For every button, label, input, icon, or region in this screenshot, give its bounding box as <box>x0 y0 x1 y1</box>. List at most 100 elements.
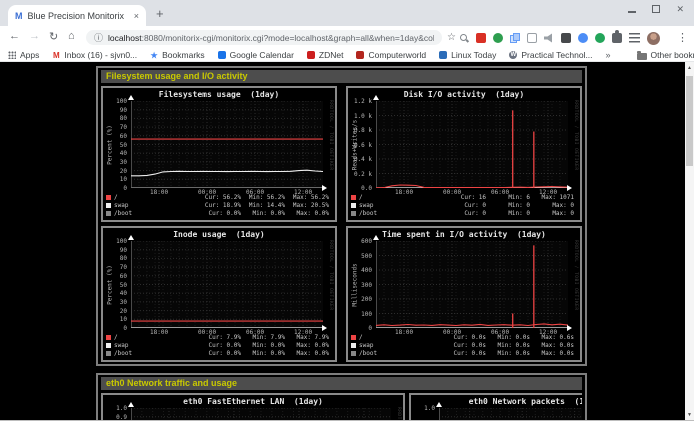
reload-button[interactable]: ↻ <box>49 30 58 43</box>
computerworld-icon <box>356 51 364 59</box>
back-button[interactable]: ← <box>9 30 20 42</box>
site-info-icon[interactable]: ⓘ <box>94 31 103 44</box>
scroll-up-icon[interactable]: ▲ <box>685 65 694 71</box>
scroll-down-icon[interactable]: ▼ <box>685 412 694 418</box>
apps-shortcut[interactable]: Apps <box>8 50 39 60</box>
maximize-button[interactable] <box>652 5 660 13</box>
frame-extension-icon[interactable] <box>527 33 537 43</box>
dark-square-extension-icon[interactable] <box>561 33 571 43</box>
section-header-network: eth0 Network traffic and usage <box>101 377 582 390</box>
other-bookmarks[interactable]: Other bookmarks <box>637 50 694 60</box>
charts-grid-filesystem: Filesystems usage (1day)Percent (%)01020… <box>101 86 582 362</box>
bookmarks-overflow-chevron[interactable]: » <box>606 50 611 60</box>
forward-button[interactable]: → <box>29 30 40 42</box>
green-circle-extension-icon[interactable] <box>595 33 605 43</box>
star-icon: ★ <box>150 51 158 59</box>
chart-panel-disk-io[interactable]: Disk I/O activity (1day)Reads+Writes/s0.… <box>346 86 582 222</box>
bookmark-item[interactable]: WPractical Technol... <box>509 50 592 60</box>
chart-eth0-lan: eth0 FastEthernet LAN (1day)1.00.9RRDTOO… <box>103 395 403 421</box>
y-tick-label: 600 <box>348 238 372 245</box>
chart-time-spent-io: Time spent in I/O activity (1day)Millise… <box>348 228 580 360</box>
page-scrollbar[interactable]: ▲ ▼ <box>685 62 694 421</box>
legend-name: /boot <box>114 350 132 357</box>
bookmark-item[interactable]: MInbox (16) - sjvn0... <box>52 50 137 60</box>
chart-inode-usage: Inode usage (1day)Percent (%)01020304050… <box>103 228 335 360</box>
legend-row: /Cur: 56.2%Min: 56.2%Max: 56.2% <box>103 194 335 202</box>
bookmark-label: ZDNet <box>319 50 344 60</box>
browser-tab[interactable]: M Blue Precision Monitorix × <box>8 5 146 26</box>
legend-stat: Cur: 0.0% <box>171 342 241 349</box>
pages-extension-icon[interactable] <box>510 33 520 43</box>
legend-stat: Max: 20.5% <box>289 202 329 209</box>
chart-title: Inode usage (1day) <box>103 230 335 239</box>
y-tick-label: 1.0 <box>103 405 127 412</box>
legend-name: swap <box>359 342 373 349</box>
bookmark-item[interactable]: ★Bookmarks <box>150 50 205 60</box>
bookmark-star-icon[interactable]: ☆ <box>447 32 456 43</box>
legend-row: swapCur: 0.0%Min: 0.0%Max: 0.0% <box>103 342 335 350</box>
legend-stat: Max: 0 <box>534 210 574 217</box>
profile-avatar[interactable] <box>647 32 660 45</box>
new-tab-button[interactable]: + <box>156 6 164 21</box>
browser-toolbar: ← → ↻ ⌂ ⓘ localhost:8080/monitorix-cgi/m… <box>0 26 694 49</box>
y-tick-label: 0 <box>103 185 127 192</box>
chart-panel-eth0-lan[interactable]: eth0 FastEthernet LAN (1day)1.00.9RRDTOO… <box>101 393 405 421</box>
home-button[interactable]: ⌂ <box>68 30 75 42</box>
legend-stat: Cur: 7.9% <box>171 334 241 341</box>
close-button[interactable]: ✕ <box>676 4 684 14</box>
chart-panel-time-spent-io[interactable]: Time spent in I/O activity (1day)Millise… <box>346 226 582 362</box>
y-axis-arrow-icon <box>373 95 379 100</box>
y-tick-label: 100 <box>103 238 127 245</box>
y-tick-label: 0 <box>348 325 372 332</box>
legend-swatch <box>351 343 356 348</box>
mail-extension-icon[interactable] <box>476 33 486 43</box>
y-tick-label: 1.0 k <box>348 113 372 120</box>
chart-eth0-packets: eth0 Network packets (1day)Packets/s1.0R… <box>411 395 582 421</box>
minimize-button[interactable] <box>628 11 636 13</box>
legend-row: /bootCur: 0.0sMin: 0.0sMax: 0.0s <box>348 350 580 358</box>
tab-list-icon[interactable] <box>629 33 640 43</box>
legend-stat: Cur: 0.0% <box>171 350 241 357</box>
legend-stat: Cur: 0.0s <box>416 350 486 357</box>
browser-menu-icon[interactable]: ⋮ <box>677 31 688 44</box>
legend-stat: Max: 7.9% <box>289 334 329 341</box>
y-tick-label: 90 <box>103 107 127 114</box>
chart-panel-inode-usage[interactable]: Inode usage (1day)Percent (%)01020304050… <box>101 226 337 362</box>
speaker-extension-icon[interactable] <box>544 33 554 43</box>
legend-stat: Cur: 0.0s <box>416 342 486 349</box>
blue-circle-extension-icon[interactable] <box>578 33 588 43</box>
legend-name: swap <box>114 202 128 209</box>
legend-row: /Cur: 7.9%Min: 7.9%Max: 7.9% <box>103 334 335 342</box>
legend-stat: Min: 0.0s <box>490 334 530 341</box>
bookmark-item[interactable]: ZDNet <box>307 50 344 60</box>
puzzle-extensions-icon[interactable] <box>612 33 622 43</box>
globe-extension-icon[interactable] <box>493 33 503 43</box>
legend-swatch <box>106 195 111 200</box>
plot-area <box>131 241 323 328</box>
bookmarks-bar: Apps MInbox (16) - sjvn0... ★Bookmarks Goo… <box>0 49 694 62</box>
tab-close-icon[interactable]: × <box>134 11 139 21</box>
legend-row: swapCur: 18.9%Min: 14.4%Max: 20.5% <box>103 202 335 210</box>
legend-stat: Max: 1071 <box>534 194 574 201</box>
linux-today-icon <box>439 51 447 59</box>
chart-panel-filesystems-usage[interactable]: Filesystems usage (1day)Percent (%)01020… <box>101 86 337 222</box>
legend-row: swapCur: 0Min: 0Max: 0 <box>348 202 580 210</box>
plot-area <box>131 101 323 188</box>
rrdtool-watermark: RRDTOOL / TOBI OETIKER <box>328 240 333 311</box>
rrdtool-watermark: RRDTOOL / TOBI OETIKER <box>396 407 401 421</box>
legend-name: / <box>359 334 363 341</box>
chart-disk-io: Disk I/O activity (1day)Reads+Writes/s0.… <box>348 88 580 220</box>
bookmark-item[interactable]: Computerworld <box>356 50 426 60</box>
y-axis-arrow-icon <box>128 235 134 240</box>
y-tick-label: 60 <box>103 273 127 280</box>
chart-panel-eth0-packets[interactable]: eth0 Network packets (1day)Packets/s1.0R… <box>409 393 582 421</box>
y-tick-label: 30 <box>103 159 127 166</box>
scrollbar-thumb[interactable] <box>686 76 693 166</box>
url-bar[interactable]: ⓘ localhost:8080/monitorix-cgi/monitorix… <box>86 30 442 45</box>
legend-swatch <box>351 211 356 216</box>
y-tick-label: 70 <box>103 264 127 271</box>
url-text: localhost:8080/monitorix-cgi/monitorix.c… <box>108 33 434 43</box>
bookmark-item[interactable]: Google Calendar <box>218 50 294 60</box>
bookmark-item[interactable]: Linux Today <box>439 50 496 60</box>
search-extension-icon[interactable] <box>459 33 469 43</box>
